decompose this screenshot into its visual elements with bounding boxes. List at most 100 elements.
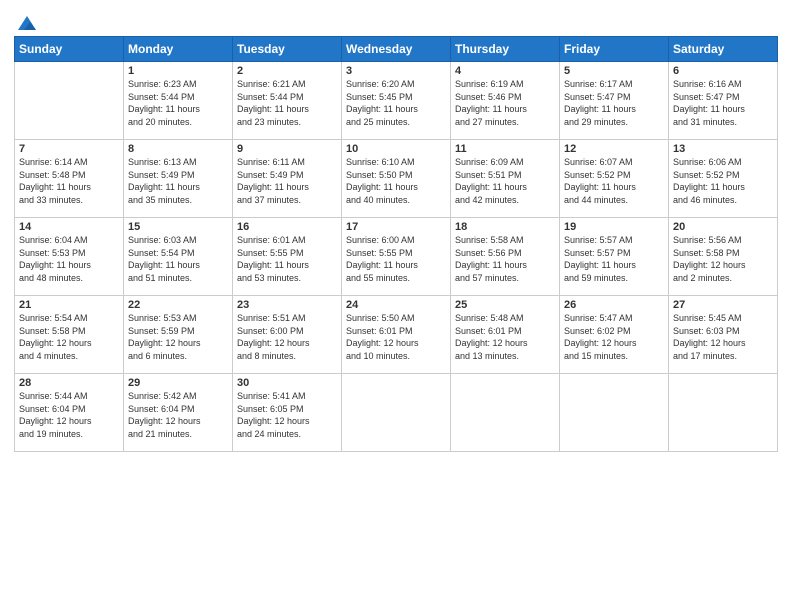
calendar-cell: 22Sunrise: 5:53 AMSunset: 5:59 PMDayligh… — [124, 296, 233, 374]
day-info: Sunrise: 6:03 AMSunset: 5:54 PMDaylight:… — [128, 234, 228, 284]
day-info: Sunrise: 6:10 AMSunset: 5:50 PMDaylight:… — [346, 156, 446, 206]
day-number: 28 — [19, 377, 119, 389]
calendar-cell: 19Sunrise: 5:57 AMSunset: 5:57 PMDayligh… — [560, 218, 669, 296]
day-info: Sunrise: 5:48 AMSunset: 6:01 PMDaylight:… — [455, 312, 555, 362]
calendar-header-sunday: Sunday — [15, 37, 124, 62]
calendar-header-row: SundayMondayTuesdayWednesdayThursdayFrid… — [15, 37, 778, 62]
day-info: Sunrise: 5:54 AMSunset: 5:58 PMDaylight:… — [19, 312, 119, 362]
day-info: Sunrise: 6:21 AMSunset: 5:44 PMDaylight:… — [237, 78, 337, 128]
day-info: Sunrise: 5:42 AMSunset: 6:04 PMDaylight:… — [128, 390, 228, 440]
day-info: Sunrise: 5:58 AMSunset: 5:56 PMDaylight:… — [455, 234, 555, 284]
day-info: Sunrise: 5:50 AMSunset: 6:01 PMDaylight:… — [346, 312, 446, 362]
calendar-cell: 16Sunrise: 6:01 AMSunset: 5:55 PMDayligh… — [233, 218, 342, 296]
calendar-table: SundayMondayTuesdayWednesdayThursdayFrid… — [14, 36, 778, 452]
calendar-week-row: 14Sunrise: 6:04 AMSunset: 5:53 PMDayligh… — [15, 218, 778, 296]
day-number: 15 — [128, 221, 228, 233]
day-info: Sunrise: 6:19 AMSunset: 5:46 PMDaylight:… — [455, 78, 555, 128]
calendar-cell — [669, 374, 778, 452]
calendar-cell: 25Sunrise: 5:48 AMSunset: 6:01 PMDayligh… — [451, 296, 560, 374]
day-number: 18 — [455, 221, 555, 233]
day-number: 4 — [455, 65, 555, 77]
day-info: Sunrise: 5:44 AMSunset: 6:04 PMDaylight:… — [19, 390, 119, 440]
calendar-cell — [342, 374, 451, 452]
calendar-week-row: 7Sunrise: 6:14 AMSunset: 5:48 PMDaylight… — [15, 140, 778, 218]
day-info: Sunrise: 6:23 AMSunset: 5:44 PMDaylight:… — [128, 78, 228, 128]
calendar-cell: 8Sunrise: 6:13 AMSunset: 5:49 PMDaylight… — [124, 140, 233, 218]
calendar-cell: 30Sunrise: 5:41 AMSunset: 6:05 PMDayligh… — [233, 374, 342, 452]
calendar-header-monday: Monday — [124, 37, 233, 62]
calendar-week-row: 1Sunrise: 6:23 AMSunset: 5:44 PMDaylight… — [15, 62, 778, 140]
day-number: 10 — [346, 143, 446, 155]
calendar-cell: 9Sunrise: 6:11 AMSunset: 5:49 PMDaylight… — [233, 140, 342, 218]
calendar-header-wednesday: Wednesday — [342, 37, 451, 62]
day-info: Sunrise: 5:53 AMSunset: 5:59 PMDaylight:… — [128, 312, 228, 362]
day-number: 16 — [237, 221, 337, 233]
calendar-cell: 7Sunrise: 6:14 AMSunset: 5:48 PMDaylight… — [15, 140, 124, 218]
day-number: 12 — [564, 143, 664, 155]
day-info: Sunrise: 6:11 AMSunset: 5:49 PMDaylight:… — [237, 156, 337, 206]
day-number: 24 — [346, 299, 446, 311]
calendar-header-saturday: Saturday — [669, 37, 778, 62]
day-info: Sunrise: 5:57 AMSunset: 5:57 PMDaylight:… — [564, 234, 664, 284]
day-number: 14 — [19, 221, 119, 233]
day-info: Sunrise: 5:56 AMSunset: 5:58 PMDaylight:… — [673, 234, 773, 284]
calendar-cell: 20Sunrise: 5:56 AMSunset: 5:58 PMDayligh… — [669, 218, 778, 296]
calendar-cell: 28Sunrise: 5:44 AMSunset: 6:04 PMDayligh… — [15, 374, 124, 452]
day-number: 2 — [237, 65, 337, 77]
calendar-cell: 5Sunrise: 6:17 AMSunset: 5:47 PMDaylight… — [560, 62, 669, 140]
day-number: 22 — [128, 299, 228, 311]
calendar-week-row: 28Sunrise: 5:44 AMSunset: 6:04 PMDayligh… — [15, 374, 778, 452]
day-number: 26 — [564, 299, 664, 311]
day-info: Sunrise: 6:13 AMSunset: 5:49 PMDaylight:… — [128, 156, 228, 206]
calendar-cell: 13Sunrise: 6:06 AMSunset: 5:52 PMDayligh… — [669, 140, 778, 218]
day-info: Sunrise: 5:45 AMSunset: 6:03 PMDaylight:… — [673, 312, 773, 362]
day-info: Sunrise: 6:17 AMSunset: 5:47 PMDaylight:… — [564, 78, 664, 128]
day-number: 17 — [346, 221, 446, 233]
calendar-cell: 26Sunrise: 5:47 AMSunset: 6:02 PMDayligh… — [560, 296, 669, 374]
day-number: 30 — [237, 377, 337, 389]
calendar-cell: 29Sunrise: 5:42 AMSunset: 6:04 PMDayligh… — [124, 374, 233, 452]
calendar-cell: 4Sunrise: 6:19 AMSunset: 5:46 PMDaylight… — [451, 62, 560, 140]
calendar-cell: 3Sunrise: 6:20 AMSunset: 5:45 PMDaylight… — [342, 62, 451, 140]
day-number: 3 — [346, 65, 446, 77]
day-number: 29 — [128, 377, 228, 389]
day-number: 7 — [19, 143, 119, 155]
calendar-cell: 2Sunrise: 6:21 AMSunset: 5:44 PMDaylight… — [233, 62, 342, 140]
day-info: Sunrise: 5:51 AMSunset: 6:00 PMDaylight:… — [237, 312, 337, 362]
page: SundayMondayTuesdayWednesdayThursdayFrid… — [0, 0, 792, 460]
day-number: 5 — [564, 65, 664, 77]
calendar-cell — [15, 62, 124, 140]
calendar-week-row: 21Sunrise: 5:54 AMSunset: 5:58 PMDayligh… — [15, 296, 778, 374]
day-number: 8 — [128, 143, 228, 155]
day-info: Sunrise: 6:20 AMSunset: 5:45 PMDaylight:… — [346, 78, 446, 128]
calendar-cell: 6Sunrise: 6:16 AMSunset: 5:47 PMDaylight… — [669, 62, 778, 140]
calendar-cell — [451, 374, 560, 452]
calendar-cell: 18Sunrise: 5:58 AMSunset: 5:56 PMDayligh… — [451, 218, 560, 296]
header — [14, 10, 778, 32]
day-number: 9 — [237, 143, 337, 155]
calendar-cell — [560, 374, 669, 452]
day-info: Sunrise: 6:09 AMSunset: 5:51 PMDaylight:… — [455, 156, 555, 206]
day-info: Sunrise: 5:47 AMSunset: 6:02 PMDaylight:… — [564, 312, 664, 362]
calendar-cell: 23Sunrise: 5:51 AMSunset: 6:00 PMDayligh… — [233, 296, 342, 374]
day-number: 19 — [564, 221, 664, 233]
day-number: 21 — [19, 299, 119, 311]
day-number: 20 — [673, 221, 773, 233]
day-number: 6 — [673, 65, 773, 77]
calendar-header-thursday: Thursday — [451, 37, 560, 62]
day-info: Sunrise: 6:01 AMSunset: 5:55 PMDaylight:… — [237, 234, 337, 284]
calendar-cell: 14Sunrise: 6:04 AMSunset: 5:53 PMDayligh… — [15, 218, 124, 296]
calendar-cell: 12Sunrise: 6:07 AMSunset: 5:52 PMDayligh… — [560, 140, 669, 218]
logo-icon — [16, 14, 38, 32]
day-number: 13 — [673, 143, 773, 155]
day-info: Sunrise: 6:16 AMSunset: 5:47 PMDaylight:… — [673, 78, 773, 128]
calendar-cell: 10Sunrise: 6:10 AMSunset: 5:50 PMDayligh… — [342, 140, 451, 218]
day-number: 25 — [455, 299, 555, 311]
day-number: 11 — [455, 143, 555, 155]
calendar-header-tuesday: Tuesday — [233, 37, 342, 62]
day-info: Sunrise: 6:14 AMSunset: 5:48 PMDaylight:… — [19, 156, 119, 206]
day-number: 23 — [237, 299, 337, 311]
calendar-cell: 21Sunrise: 5:54 AMSunset: 5:58 PMDayligh… — [15, 296, 124, 374]
day-info: Sunrise: 5:41 AMSunset: 6:05 PMDaylight:… — [237, 390, 337, 440]
calendar-header-friday: Friday — [560, 37, 669, 62]
